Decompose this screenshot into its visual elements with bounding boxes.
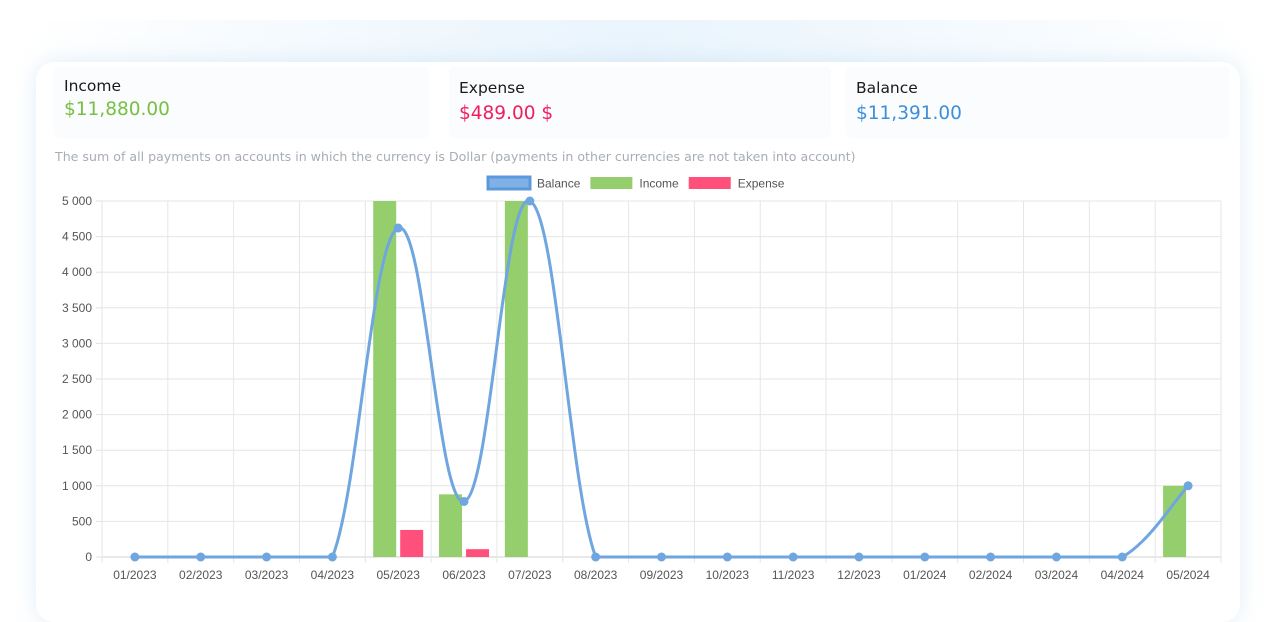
balance-point — [393, 223, 403, 233]
y-tick-label: 5 000 — [62, 194, 92, 208]
y-tick-label: 1 500 — [62, 443, 92, 457]
x-tick-label: 05/2024 — [1166, 568, 1210, 582]
x-tick-label: 08/2023 — [574, 568, 618, 582]
grid-lines — [96, 200, 1222, 563]
y-tick-label: 2 500 — [62, 372, 92, 386]
balance-point — [262, 552, 272, 562]
balance-point — [1051, 552, 1061, 562]
balance-point — [327, 552, 337, 562]
legend-label-expense: Expense — [738, 177, 785, 191]
balance-income-expense-chart: 5 000 4 500 4 000 3 500 3 000 2 500 2 000 1 500… — [62, 175, 1222, 582]
balance-point — [525, 196, 535, 206]
income-bar — [1163, 485, 1187, 557]
income-bar — [439, 494, 463, 557]
balance-point — [459, 496, 469, 506]
x-tick-label: 05/2023 — [377, 568, 421, 582]
expense-bar — [466, 549, 490, 557]
y-tick-label: 4 500 — [62, 230, 92, 244]
x-tick-label: 04/2024 — [1101, 568, 1145, 582]
y-tick-label: 500 — [72, 514, 92, 528]
balance-point — [920, 552, 930, 562]
y-tick-label: 3 000 — [62, 336, 92, 350]
y-tick-label: 2 000 — [62, 408, 92, 422]
x-tick-label: 12/2023 — [837, 568, 881, 582]
legend-swatch-income — [590, 177, 633, 189]
x-tick-label: 01/2023 — [113, 568, 157, 582]
balance-point — [657, 552, 666, 562]
income-bar — [504, 201, 528, 557]
x-tick-label: 02/2023 — [179, 568, 223, 582]
x-tick-label: 02/2024 — [969, 568, 1013, 582]
x-tick-label: 03/2024 — [1035, 568, 1079, 582]
x-tick-label: 03/2023 — [245, 568, 289, 582]
chart-legend: Balance Income Expense — [486, 175, 785, 191]
balance-point — [196, 552, 206, 562]
legend-swatch-balance — [486, 175, 532, 191]
balance-point — [591, 552, 601, 562]
legend-label-income: Income — [639, 177, 679, 191]
balance-point — [722, 552, 732, 562]
balance-point — [130, 552, 140, 562]
y-tick-label: 4 000 — [62, 265, 92, 279]
balance-point — [1183, 481, 1193, 491]
balance-point — [788, 552, 798, 562]
balance-point — [986, 552, 996, 562]
x-tick-label: 01/2024 — [903, 568, 947, 582]
y-tick-label: 0 — [85, 550, 92, 564]
x-tick-label: 10/2023 — [706, 568, 750, 582]
y-tick-label: 3 500 — [62, 301, 92, 315]
balance-point — [1117, 552, 1127, 562]
legend-swatch-expense — [688, 177, 731, 189]
expense-bar — [400, 529, 424, 557]
x-tick-label: 09/2023 — [640, 568, 684, 582]
x-tick-label: 04/2023 — [311, 568, 355, 582]
legend-label-balance: Balance — [537, 177, 581, 191]
x-tick-label: 11/2023 — [772, 568, 815, 582]
y-tick-label: 1 000 — [62, 479, 92, 493]
x-tick-label: 06/2023 — [442, 568, 486, 582]
x-tick-label: 07/2023 — [508, 568, 552, 582]
balance-point — [854, 552, 864, 562]
